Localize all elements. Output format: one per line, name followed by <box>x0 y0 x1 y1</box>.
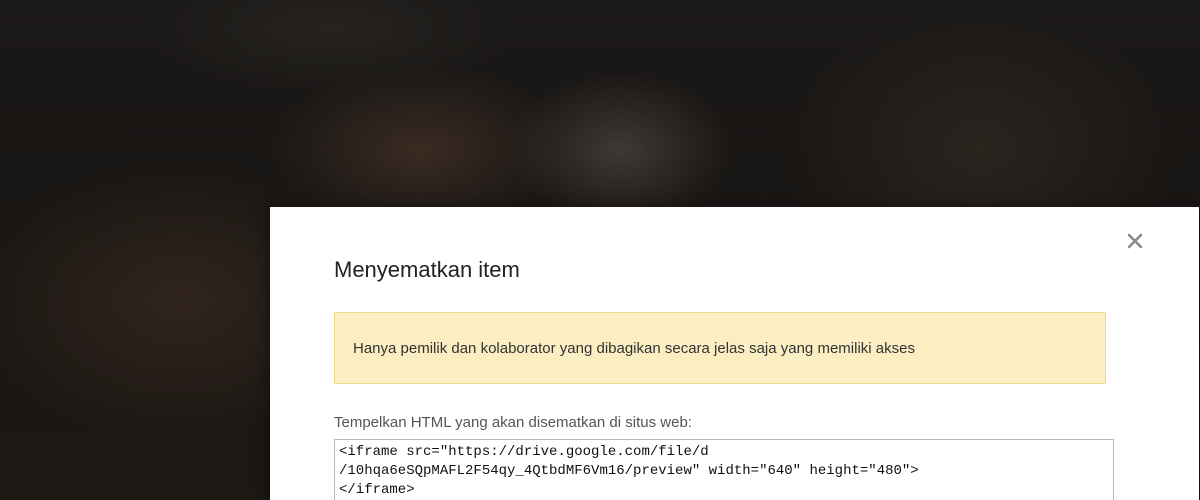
close-icon <box>1127 233 1143 249</box>
close-button[interactable] <box>1123 229 1147 253</box>
dialog-title: Menyematkan item <box>334 257 520 282</box>
embed-code-label: Tempelkan HTML yang akan disematkan di s… <box>334 414 692 431</box>
access-notice-text: Hanya pemilik dan kolaborator yang dibag… <box>353 339 915 357</box>
embed-item-dialog: Menyematkan item Hanya pemilik dan kolab… <box>270 207 1199 500</box>
screen: Menyematkan item Hanya pemilik dan kolab… <box>0 0 1200 500</box>
embed-code-textarea[interactable]: <iframe src="https://drive.google.com/fi… <box>334 439 1114 500</box>
access-notice: Hanya pemilik dan kolaborator yang dibag… <box>334 312 1106 384</box>
